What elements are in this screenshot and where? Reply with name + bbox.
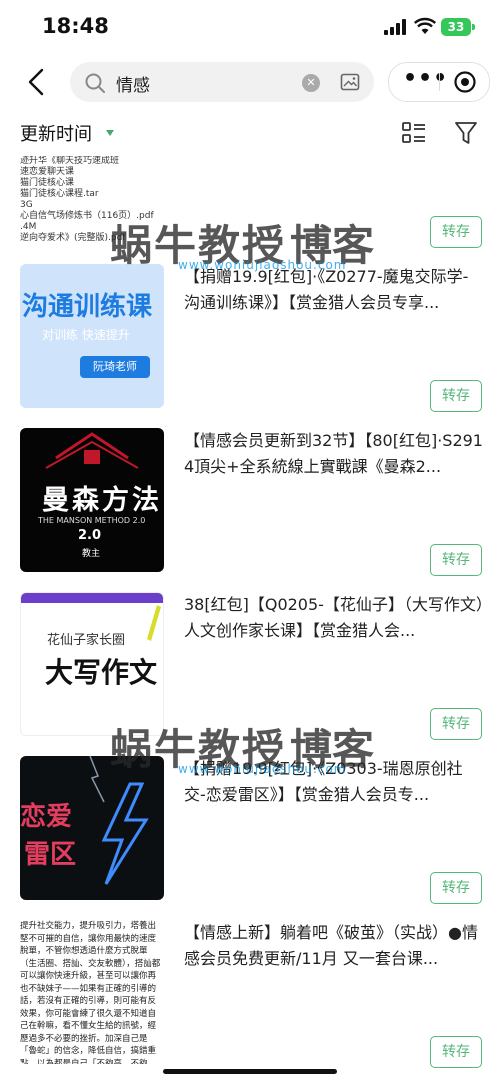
- wifi-icon: [414, 17, 436, 34]
- thumbnail-title: 大写作文: [45, 656, 158, 689]
- list-item[interactable]: 曼森方法 THE MANSON METHOD 2.0 2.0 教主 【情感会员更…: [0, 428, 500, 592]
- filter-funnel-icon[interactable]: [454, 120, 478, 146]
- list-item[interactable]: 恋爱 雷区 【捐赠19.9[红包]·《Z0303-瑞恩原创社交-恋爱雷区》】【赏…: [0, 756, 500, 920]
- image-search-icon[interactable]: [340, 72, 360, 92]
- save-button[interactable]: 转存: [430, 380, 482, 412]
- item-title[interactable]: 38[红包]【Q0205-【花仙子】（大写作文）人文创作家长课】【赏金猎人会..…: [184, 592, 484, 644]
- course-thumbnail: 花仙子家长圈 大写作文: [20, 592, 164, 736]
- thumbnail-author: 教主: [82, 549, 101, 559]
- list-item[interactable]: 提升社交能力，提升吸引力，塔養出堅不可摧的自信，讓你用最快的速度脫單，不管你想透…: [0, 920, 500, 1084]
- thumbnail-author: 阮琦老师: [80, 356, 150, 378]
- thumbnail-title: 沟通训练课: [22, 292, 153, 322]
- sort-dropdown[interactable]: 更新时间: [20, 120, 92, 146]
- course-thumbnail: 沟通训练课 对训练 快速提升 阮琦老师: [20, 264, 164, 408]
- pencil-icon: [147, 605, 161, 641]
- filter-bar: 更新时间: [0, 112, 500, 152]
- item-title[interactable]: 【捐赠19.9[红包]·《Z0303-瑞恩原创社交-恋爱雷区》】【赏金猎人会员专…: [184, 756, 484, 808]
- list-item[interactable]: 花仙子家长圈 大写作文 38[红包]【Q0205-【花仙子】（大写作文）人文创作…: [0, 592, 500, 756]
- save-button[interactable]: 转存: [430, 872, 482, 904]
- file-list-thumbnail: 迹升华《聊天技巧速成班 速恋爱聊天课 猫门徒核心课 猫门徒核心课程.tar 3G…: [20, 156, 164, 254]
- item-title[interactable]: 【情感上新】躺着吧《破茧》（实战）●情感会员免费更新/11月 又一套台课...: [184, 920, 484, 972]
- thumbnail-title: 雷区: [24, 840, 77, 870]
- clear-icon[interactable]: ✕: [302, 74, 320, 92]
- thumbnail-text: 迹升华《聊天技巧速成班 速恋爱聊天课 猫门徒核心课 猫门徒核心课程.tar 3G…: [20, 156, 154, 243]
- more-options-icon[interactable]: •••: [403, 68, 447, 92]
- home-indicator[interactable]: [163, 1069, 337, 1074]
- close-miniprogram-icon[interactable]: [453, 70, 477, 94]
- thumbnail-version: 2.0: [78, 528, 102, 543]
- thumbnail-subtitle: 花仙子家长圈: [47, 633, 126, 648]
- search-bar[interactable]: 情感 ✕: [70, 62, 374, 102]
- save-button[interactable]: 转存: [430, 1036, 482, 1068]
- back-arrow-icon[interactable]: [18, 64, 58, 100]
- thumbnail-title: 恋爱: [20, 802, 73, 832]
- search-icon: [85, 73, 105, 93]
- search-header: 情感 ✕ •••: [0, 56, 500, 106]
- save-button[interactable]: 转存: [430, 708, 482, 740]
- save-button[interactable]: 转存: [430, 544, 482, 576]
- text-thumbnail: 提升社交能力，提升吸引力，塔養出堅不可摧的自信，讓你用最快的速度脫單，不管你想透…: [20, 920, 164, 1064]
- save-button[interactable]: 转存: [430, 216, 482, 248]
- status-time: 18:48: [42, 14, 109, 38]
- status-bar: 18:48 33: [0, 0, 500, 56]
- list-view-icon[interactable]: [402, 121, 426, 145]
- course-thumbnail: 恋爱 雷区: [20, 756, 164, 900]
- cellular-signal-icon: [384, 19, 406, 35]
- item-title[interactable]: 【情感会员更新到32节】【80[红包]·S2914頂尖+全系統線上實戰課《曼森2…: [184, 428, 484, 480]
- battery-level: 33: [441, 18, 471, 36]
- mini-program-capsule: •••: [388, 62, 490, 102]
- list-item[interactable]: 沟通训练课 对训练 快速提升 阮琦老师 【捐赠19.9[红包]·《Z0277-魔…: [0, 264, 500, 428]
- course-thumbnail: 曼森方法 THE MANSON METHOD 2.0 2.0 教主: [20, 428, 164, 572]
- thumbnail-text: 提升社交能力，提升吸引力，塔養出堅不可摧的自信，讓你用最快的速度脫單，不管你想透…: [20, 921, 161, 1064]
- thumbnail-subtitle: 对训练 快速提升: [42, 328, 130, 342]
- thumbnail-title: 曼森方法: [42, 485, 162, 516]
- search-input[interactable]: 情感: [116, 71, 150, 96]
- caret-down-icon[interactable]: [106, 130, 114, 136]
- capsule-divider: [439, 73, 440, 91]
- thumbnail-subtitle: THE MANSON METHOD 2.0: [38, 516, 146, 525]
- item-title[interactable]: 【捐赠19.9[红包]·《Z0277-魔鬼交际学-沟通训练课》】【赏金猎人会员专…: [184, 264, 484, 316]
- battery-icon: [472, 24, 475, 30]
